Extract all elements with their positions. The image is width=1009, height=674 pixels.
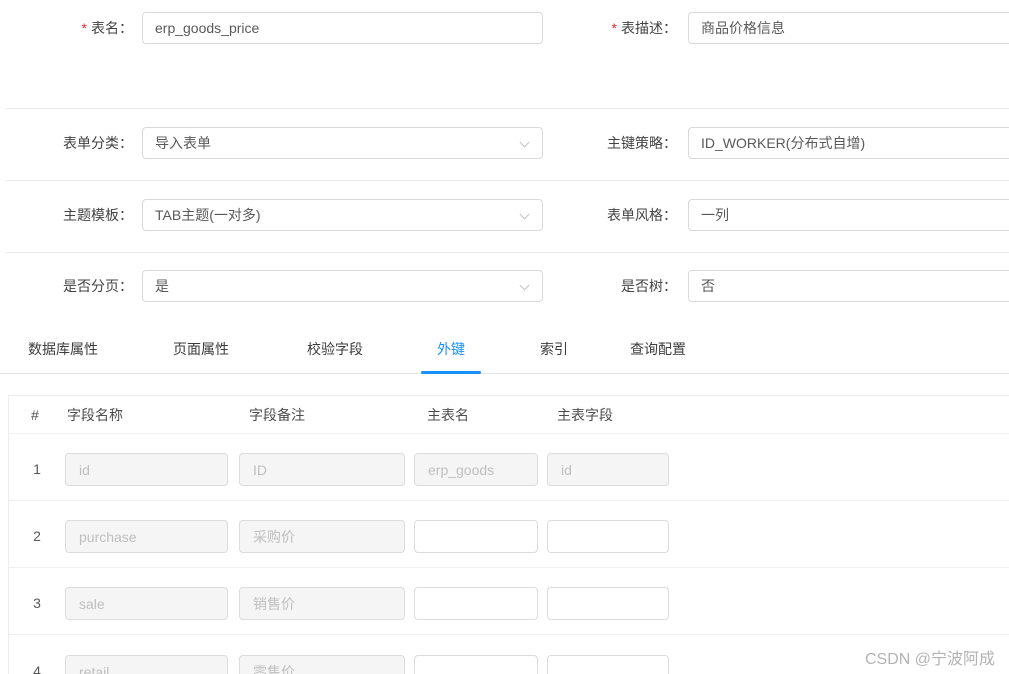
form-style-value: 一列 [701,207,729,223]
tab-index[interactable]: 索引 [540,337,568,361]
table-desc-input[interactable] [688,12,1009,44]
theme-template-label: 主题模板： [63,207,133,223]
chevron-down-icon [519,137,530,148]
is-tree-label: 是否树： [621,278,677,294]
header-field-name: 字段名称 [67,407,123,423]
field-comment-input [239,453,405,486]
table-name-label: * 表名： [0,12,133,44]
table-config-page: *表名： *表描述： 表单分类： 导入表单 主键策略： ID_WORKER(分布… [0,0,1009,674]
section-divider [5,252,1009,253]
active-tab-underline [421,371,481,374]
table-row: 4 [9,636,1009,674]
main-field-input[interactable] [547,520,669,553]
is-pagination-label: 是否分页： [63,278,133,294]
chevron-down-icon [519,280,530,291]
table-desc-label: * 表描述： [544,12,677,44]
pk-strategy-select[interactable]: ID_WORKER(分布式自增) [688,127,1009,159]
tab-foreign-key[interactable]: 外键 [437,337,465,361]
chevron-down-icon [519,209,530,220]
tab-query-config[interactable]: 查询配置 [630,337,686,361]
tabbar-divider [0,373,1009,374]
row-number: 1 [33,461,41,477]
table-desc-label-text: 表描述： [621,20,677,36]
table-row: 1 [9,434,1009,501]
table-header-row: # 字段名称 字段备注 主表名 主表字段 [9,396,1009,434]
field-name-input [65,453,228,486]
required-asterisk: * [611,20,617,36]
tab-validation-fields[interactable]: 校验字段 [307,337,363,361]
table-name-label-text: 表名： [91,20,133,36]
main-field-input[interactable] [547,587,669,620]
header-main-table: 主表名 [427,407,469,423]
pk-strategy-value: ID_WORKER(分布式自增) [701,135,866,151]
form-category-value: 导入表单 [155,135,211,151]
foreign-key-table: # 字段名称 字段备注 主表名 主表字段 1 2 3 [8,395,1009,674]
is-tree-select[interactable]: 否 [688,270,1009,302]
field-name-input [65,587,228,620]
table-name-input[interactable] [142,12,543,44]
field-comment-input [239,587,405,620]
required-asterisk: * [81,20,87,36]
section-divider [5,108,1009,109]
main-table-input[interactable] [414,587,538,620]
table-row: 2 [9,501,1009,568]
form-style-label: 表单风格： [607,207,677,223]
row-number: 4 [33,663,41,674]
header-index: # [31,407,39,423]
pk-strategy-label: 主键策略： [607,135,677,151]
table-row: 3 [9,568,1009,635]
row-number: 3 [33,595,41,611]
field-comment-input [239,520,405,553]
form-category-label: 表单分类： [63,135,133,151]
field-name-input [65,520,228,553]
header-main-field: 主表字段 [557,407,613,423]
is-tree-value: 否 [701,278,715,294]
form-style-select[interactable]: 一列 [688,199,1009,231]
form-category-select[interactable]: 导入表单 [142,127,543,159]
is-pagination-value: 是 [155,278,169,294]
main-table-input [414,453,538,486]
field-name-input [65,655,228,674]
main-table-input[interactable] [414,520,538,553]
section-divider [5,180,1009,181]
tab-page-properties[interactable]: 页面属性 [173,337,229,361]
field-comment-input [239,655,405,674]
csdn-watermark: CSDN @宁波阿成 [864,651,995,668]
header-field-comment: 字段备注 [249,407,305,423]
main-field-input [547,453,669,486]
theme-template-value: TAB主题(一对多) [155,207,261,223]
main-table-input[interactable] [414,655,538,674]
main-field-input[interactable] [547,655,669,674]
theme-template-select[interactable]: TAB主题(一对多) [142,199,543,231]
tab-database-properties[interactable]: 数据库属性 [28,337,98,361]
row-number: 2 [33,528,41,544]
is-pagination-select[interactable]: 是 [142,270,543,302]
